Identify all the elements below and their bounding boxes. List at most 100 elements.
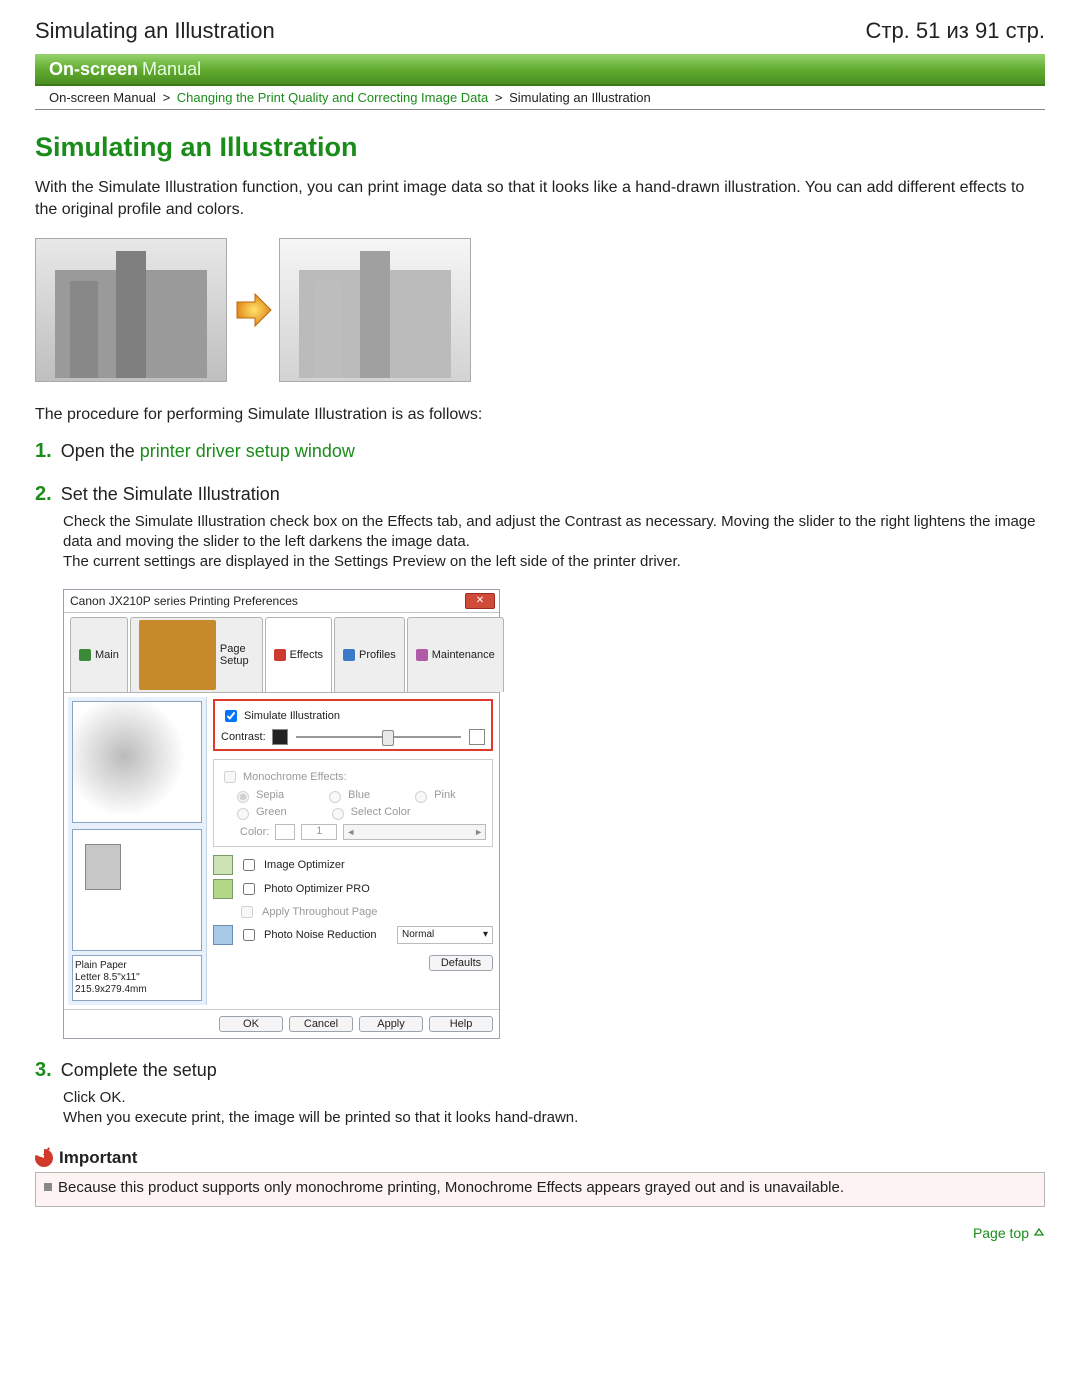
dropdown-icon: ▾	[483, 929, 488, 940]
contrast-label: Contrast:	[221, 731, 266, 743]
photo-optimizer-pro-label: Photo Optimizer PRO	[264, 883, 370, 895]
tab-page-label: Page Setup	[220, 643, 254, 667]
apply-button[interactable]: Apply	[359, 1016, 423, 1032]
photo-optimizer-pro-icon	[213, 879, 233, 899]
example-image-before	[35, 238, 227, 382]
breadcrumb-mid-link[interactable]: Changing the Print Quality and Correctin…	[177, 90, 488, 105]
breadcrumb: On-screen Manual > Changing the Print Qu…	[35, 86, 1045, 110]
monochrome-effects-checkbox	[224, 771, 236, 783]
printing-preferences-dialog: Canon JX210P series Printing Preferences…	[63, 589, 500, 1039]
green-radio	[237, 808, 249, 820]
monochrome-effects-label: Monochrome Effects:	[243, 771, 347, 783]
simulate-illustration-checkbox[interactable]	[225, 710, 237, 722]
tab-page-icon	[139, 620, 216, 690]
important-icon	[35, 1149, 53, 1167]
tab-main-label: Main	[95, 649, 119, 661]
step-3-paragraph-1: Click OK.	[63, 1088, 1045, 1108]
breadcrumb-leaf: Simulating an Illustration	[509, 90, 651, 105]
example-image-row	[35, 238, 1045, 382]
image-optimizer-label: Image Optimizer	[264, 859, 345, 871]
pink-label: Pink	[434, 789, 455, 801]
breadcrumb-sep: >	[160, 90, 174, 105]
settings-preview-image	[72, 701, 202, 823]
color-label: Color:	[240, 826, 269, 838]
pink-radio	[415, 791, 427, 803]
simulate-illustration-highlight: Simulate Illustration Contrast:	[213, 699, 493, 751]
printer-driver-link[interactable]: printer driver setup window	[140, 441, 355, 461]
noise-reduction-value: Normal	[402, 929, 434, 940]
blue-label: Blue	[348, 789, 370, 801]
arrow-icon	[233, 290, 273, 330]
help-button[interactable]: Help	[429, 1016, 493, 1032]
apply-throughout-page-checkbox	[241, 906, 253, 918]
breadcrumb-root[interactable]: On-screen Manual	[49, 90, 156, 105]
important-text: Because this product supports only monoc…	[58, 1179, 844, 1196]
select-color-radio	[332, 808, 344, 820]
step-2-paragraph-2: The current settings are displayed in th…	[63, 552, 1045, 572]
step-2-paragraph-1: Check the Simulate Illustration check bo…	[63, 512, 1045, 553]
color-value: 1	[301, 824, 337, 840]
tab-maint-icon	[416, 649, 428, 661]
paper-type: Plain Paper	[75, 960, 199, 972]
page-top-label: Page top	[973, 1225, 1029, 1241]
defaults-button[interactable]: Defaults	[429, 955, 493, 971]
sepia-radio	[237, 791, 249, 803]
doc-title: Simulating an Illustration	[35, 18, 275, 44]
step-number-3: 3.	[35, 1059, 52, 1081]
page-indicator: Стр. 51 из 91 стр.	[865, 18, 1045, 44]
tab-effects[interactable]: Effects	[265, 617, 332, 692]
tab-effects-label: Effects	[290, 649, 323, 661]
tab-profiles-label: Profiles	[359, 649, 396, 661]
scroll-left-icon: ◄	[346, 827, 355, 837]
up-arrow-icon	[1033, 1227, 1045, 1239]
monochrome-effects-group: Monochrome Effects: Sepia Blue Pink Gree…	[213, 759, 493, 847]
tab-profiles[interactable]: Profiles	[334, 617, 405, 692]
image-optimizer-checkbox[interactable]	[243, 859, 255, 871]
breadcrumb-sep: >	[492, 90, 506, 105]
page-top-link[interactable]: Page top	[35, 1225, 1045, 1241]
contrast-light-icon	[469, 729, 485, 745]
tab-main-icon	[79, 649, 91, 661]
contrast-slider-thumb[interactable]	[382, 730, 394, 746]
photo-noise-reduction-checkbox[interactable]	[243, 929, 255, 941]
page-title: Simulating an Illustration	[35, 132, 1045, 163]
contrast-slider[interactable]	[296, 736, 461, 738]
apply-throughout-page-label: Apply Throughout Page	[262, 906, 377, 918]
cancel-button[interactable]: Cancel	[289, 1016, 353, 1032]
blue-radio	[329, 791, 341, 803]
banner-bold: On-screen	[49, 59, 138, 80]
step-number-2: 2.	[35, 483, 52, 505]
scroll-right-icon: ►	[474, 827, 483, 837]
photo-noise-reduction-icon	[213, 925, 233, 945]
color-swatch	[275, 824, 295, 840]
procedure-lead: The procedure for performing Simulate Il…	[35, 404, 1045, 426]
image-optimizer-icon	[213, 855, 233, 875]
tab-maintenance[interactable]: Maintenance	[407, 617, 504, 692]
banner-light: Manual	[142, 59, 201, 80]
tab-page-setup[interactable]: Page Setup	[130, 617, 263, 692]
step-1-text: Open the	[61, 441, 140, 461]
page-layout-preview	[72, 829, 202, 951]
paper-size: Letter 8.5"x11" 215.9x279.4mm	[75, 972, 199, 996]
green-label: Green	[256, 806, 287, 818]
paper-info: Plain Paper Letter 8.5"x11" 215.9x279.4m…	[72, 955, 202, 1001]
dialog-close-button[interactable]: ✕	[465, 593, 495, 609]
tab-maint-label: Maintenance	[432, 649, 495, 661]
photo-optimizer-pro-checkbox[interactable]	[243, 883, 255, 895]
intro-paragraph: With the Simulate Illustration function,…	[35, 177, 1045, 220]
select-color-label: Select Color	[351, 806, 411, 818]
color-scrollbar: ◄►	[343, 824, 486, 840]
step-3-title: Complete the setup	[61, 1060, 217, 1080]
step-number-1: 1.	[35, 440, 52, 462]
step-3-paragraph-2: When you execute print, the image will b…	[63, 1108, 1045, 1128]
sepia-label: Sepia	[256, 789, 284, 801]
simulate-illustration-label: Simulate Illustration	[244, 710, 340, 722]
contrast-dark-icon	[272, 729, 288, 745]
ok-button[interactable]: OK	[219, 1016, 283, 1032]
dialog-title: Canon JX210P series Printing Preferences	[70, 594, 298, 608]
example-image-after	[279, 238, 471, 382]
tab-effects-icon	[274, 649, 286, 661]
noise-reduction-select[interactable]: Normal ▾	[397, 926, 493, 944]
tab-main[interactable]: Main	[70, 617, 128, 692]
banner: On-screen Manual	[35, 54, 1045, 86]
